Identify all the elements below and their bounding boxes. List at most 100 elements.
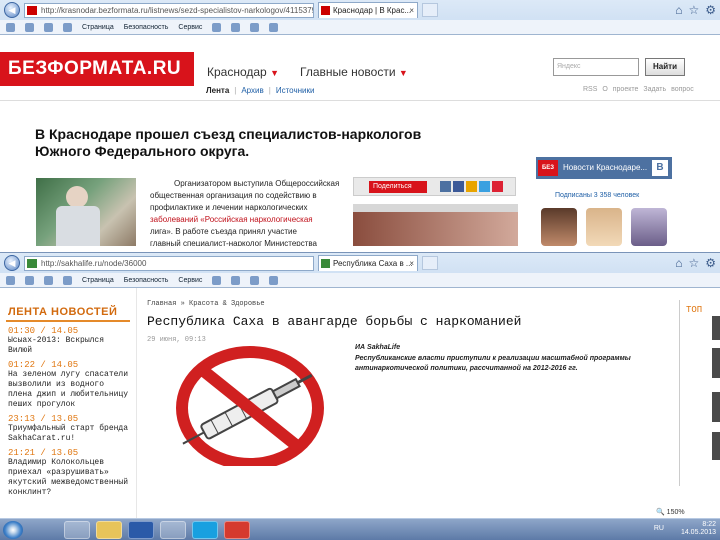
addon-icon[interactable] <box>269 275 279 285</box>
new-tab-button[interactable] <box>422 256 438 270</box>
skype-taskbar-icon[interactable] <box>192 521 218 539</box>
bezformata-small-logo: БЕЗ <box>538 160 558 176</box>
share-button[interactable]: Поделиться <box>369 181 427 193</box>
addon-icon[interactable] <box>250 275 260 285</box>
home-icon[interactable]: ⌂ <box>675 3 682 17</box>
body-line: лига». В работе съезда принял участие <box>150 227 297 236</box>
print-icon[interactable] <box>63 275 72 285</box>
city-selector[interactable]: Краснодар ▼ <box>207 65 279 79</box>
settings-gear-icon[interactable]: ⚙ <box>705 256 716 270</box>
body-line: общественная организация по содействию в <box>150 191 317 200</box>
avatar[interactable] <box>586 208 622 246</box>
system-tray: RU 8:22 14.05.2013 <box>654 521 716 537</box>
addon-icon[interactable] <box>231 22 241 32</box>
ie-taskbar-icon[interactable] <box>64 521 90 539</box>
twitter-share-icon[interactable] <box>479 181 490 192</box>
tab-title: Республика Саха в ... <box>333 259 413 268</box>
favorites-star-icon[interactable]: ☆ <box>688 256 699 270</box>
search-input[interactable]: Яндекс <box>553 58 639 76</box>
favorites-star-icon[interactable]: ☆ <box>688 3 699 17</box>
vk-widget-header[interactable]: БЕЗ Новости Краснодаре... В <box>536 157 672 179</box>
avatar[interactable] <box>631 208 667 246</box>
avatar[interactable] <box>541 208 577 246</box>
vk-share-icon[interactable] <box>440 181 451 192</box>
menu-security[interactable]: Безопасность <box>124 277 169 284</box>
top-item-thumb[interactable] <box>712 348 720 378</box>
print-icon[interactable] <box>63 22 72 32</box>
home-icon[interactable] <box>6 275 15 285</box>
feeds-icon[interactable] <box>25 275 34 285</box>
feed-item-text[interactable]: Владимир Колокольцев приехал «разрушиват… <box>8 458 130 498</box>
feed-item[interactable]: 21:21 / 13.05 Владимир Колокольцев приеха… <box>8 448 130 498</box>
help-icon[interactable] <box>212 275 222 285</box>
feed-title-underline <box>6 320 130 322</box>
breadcrumb[interactable]: Главная » Красота & Здоровье <box>147 300 265 308</box>
browser-tab[interactable]: Краснодар | В Крас... × <box>318 2 418 18</box>
body-line: главный специалист-нарколог Министерства <box>150 239 318 246</box>
feed-item-text[interactable]: Триумфальный старт бренда SakhaCarat.ru! <box>8 424 130 444</box>
ad-banner[interactable] <box>353 204 518 246</box>
back-button[interactable]: ◀ <box>4 255 20 271</box>
plus-share-icon[interactable] <box>492 181 503 192</box>
feed-item-text[interactable]: На зеленом лугу спасатели вызволили из в… <box>8 370 130 410</box>
home-icon[interactable] <box>6 22 15 32</box>
clock-time[interactable]: 8:22 <box>681 521 716 529</box>
app-taskbar-icon[interactable] <box>224 521 250 539</box>
top-item-thumb[interactable] <box>712 392 720 422</box>
help-icon[interactable] <box>212 22 222 32</box>
addon-icon[interactable] <box>269 22 279 32</box>
feed-item[interactable]: 23:13 / 13.05 Триумфальный старт бренда S… <box>8 414 130 444</box>
mail-icon[interactable] <box>44 275 53 285</box>
subnav-feed[interactable]: Лента <box>206 86 229 95</box>
subnav-sources[interactable]: Источники <box>276 86 315 95</box>
app-taskbar-icon[interactable] <box>160 521 186 539</box>
article-date: 29 июня, 09:13 <box>147 336 206 344</box>
address-bar[interactable]: http://sakhalife.ru/node/36000 <box>24 255 314 271</box>
menu-tools[interactable]: Сервис <box>178 277 202 284</box>
site-logo[interactable]: БЕЗФОРМАТА.RU <box>0 52 194 86</box>
feed-item-text[interactable]: Ысыах-2013: Вскрылся Вилюй <box>8 336 130 356</box>
address-bar[interactable]: http://krasnodar.bezformata.ru/listnews/… <box>24 2 314 18</box>
feed-title: ЛЕНТА НОВОСТЕЙ <box>8 306 118 318</box>
feed-item[interactable]: 01:30 / 14.05 Ысыах-2013: Вскрылся Вилюй <box>8 326 130 356</box>
start-button[interactable] <box>3 521 23 539</box>
top-panel-title: ТОП <box>686 305 703 315</box>
addon-icon[interactable] <box>250 22 260 32</box>
settings-gear-icon[interactable]: ⚙ <box>705 3 716 17</box>
menu-tools[interactable]: Сервис <box>178 24 202 31</box>
feed-item[interactable]: 01:22 / 14.05 На зеленом лугу спасатели в… <box>8 360 130 410</box>
close-tab-icon[interactable]: × <box>409 3 414 18</box>
language-indicator[interactable]: RU <box>654 525 664 533</box>
browser-tab[interactable]: Республика Саха в ... × <box>318 255 418 271</box>
top-item-thumb[interactable] <box>712 316 720 340</box>
facebook-share-icon[interactable] <box>453 181 464 192</box>
word-taskbar-icon[interactable] <box>128 521 154 539</box>
feed-item-time: 01:22 / 14.05 <box>8 360 79 370</box>
mail-icon[interactable] <box>44 22 53 32</box>
top-item-thumb[interactable] <box>712 432 720 460</box>
clock-date[interactable]: 14.05.2013 <box>681 529 716 537</box>
close-tab-icon[interactable]: × <box>409 256 414 271</box>
search-button[interactable]: Найти <box>645 58 685 76</box>
city-label: Краснодар <box>207 65 267 79</box>
subscribers-count[interactable]: Подписаны 3 358 человек <box>555 192 639 199</box>
back-button[interactable]: ◀ <box>4 2 20 18</box>
zoom-level[interactable]: 🔍 150% <box>656 508 685 516</box>
main-news-menu[interactable]: Главные новости ▼ <box>300 65 408 79</box>
article-photo <box>36 178 136 246</box>
feeds-icon[interactable] <box>25 22 34 32</box>
explorer-taskbar-icon[interactable] <box>96 521 122 539</box>
odnoklassniki-share-icon[interactable] <box>466 181 477 192</box>
home-icon[interactable]: ⌂ <box>675 256 682 270</box>
subnav-archive[interactable]: Архив <box>241 86 263 95</box>
about-link[interactable]: О проекте <box>602 86 638 93</box>
menu-security[interactable]: Безопасность <box>124 24 169 31</box>
screen: ◀ http://krasnodar.bezformata.ru/listnew… <box>0 0 720 540</box>
ask-link[interactable]: Задать вопрос <box>643 86 693 93</box>
addon-icon[interactable] <box>231 275 241 285</box>
article-headline: В Краснодаре прошел съезд специалистов-н… <box>35 126 422 159</box>
menu-page[interactable]: Страница <box>82 277 114 284</box>
rss-link[interactable]: RSS <box>583 86 597 93</box>
menu-page[interactable]: Страница <box>82 24 114 31</box>
new-tab-button[interactable] <box>422 3 438 17</box>
